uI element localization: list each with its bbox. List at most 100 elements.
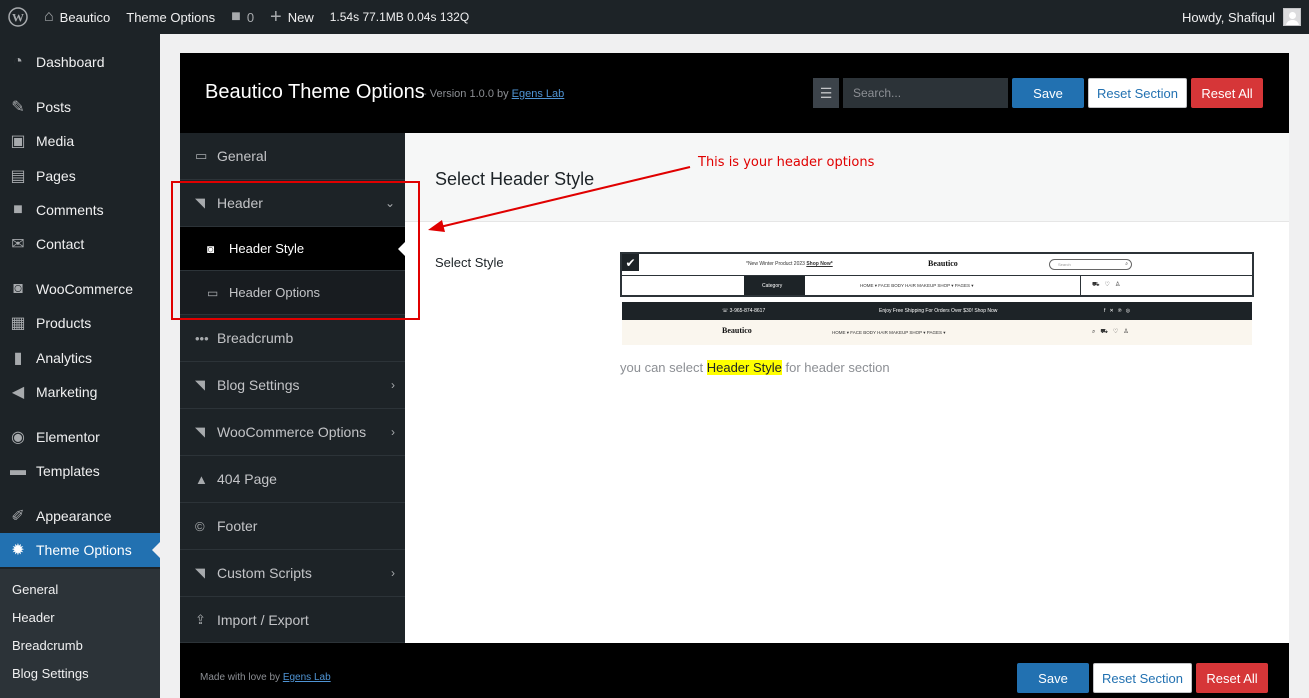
- list-icon: ☰: [819, 84, 833, 101]
- query-monitor-item[interactable]: 1.54s 77.1MB 0.04s 132Q: [322, 0, 477, 34]
- comment-icon: ■: [231, 8, 241, 25]
- chevron-right-icon: ›: [391, 425, 395, 439]
- footer-save-button[interactable]: Save: [1017, 663, 1089, 693]
- rss-icon: ◥: [195, 424, 205, 439]
- footer-reset-section-button[interactable]: Reset Section: [1093, 663, 1192, 693]
- options-nav-footer[interactable]: © Footer: [180, 503, 405, 550]
- search-input[interactable]: [843, 78, 1008, 108]
- admin-menu-label: Posts: [36, 99, 72, 115]
- admin-menu-woocommerce[interactable]: ◙ WooCommerce: [0, 272, 160, 306]
- admin-submenu-header[interactable]: Header: [0, 604, 160, 630]
- site-name-item[interactable]: ⌂ Beautico: [36, 0, 118, 34]
- field-description: you can select Header Style for header s…: [620, 360, 890, 375]
- preview1-promo: *New Winter Product 2023 Shop Now*: [746, 261, 833, 267]
- my-account-item[interactable]: Howdy, Shafiqul: [1174, 0, 1309, 34]
- options-nav-404-page[interactable]: ▲ 404 Page: [180, 456, 405, 503]
- elementor-icon: ◉: [11, 429, 25, 446]
- footer-reset-all-button[interactable]: Reset All: [1196, 663, 1268, 693]
- options-version: - Version 1.0.0 by Egens Lab: [423, 88, 564, 100]
- field-label: Select Style: [435, 255, 504, 270]
- options-nav-general[interactable]: ▭ General: [180, 133, 405, 180]
- footer-credit-text: Made with love by: [200, 672, 281, 683]
- svg-text:W: W: [12, 11, 24, 25]
- wordpress-icon: W: [8, 7, 28, 27]
- megaphone-icon: ◀: [11, 384, 25, 401]
- annotation-text: This is your header options: [698, 155, 875, 170]
- new-content-item[interactable]: + New: [262, 0, 322, 34]
- wordpress-logo-item[interactable]: W: [0, 0, 36, 34]
- admin-bar: W ⌂ Beautico Theme Options ■ 0 + New 1.5…: [0, 0, 1309, 34]
- preview2-icons: ⌕ ⛟ ♡ ♙: [1092, 329, 1129, 335]
- admin-menu-theme-options[interactable]: ✹ Theme Options: [0, 533, 160, 567]
- admin-menu-pages[interactable]: ▤ Pages: [0, 159, 160, 193]
- id-card-icon: ▭: [195, 148, 208, 163]
- admin-menu: ◔ Dashboard ✎ Posts ▣ Media ▤ Pages ■ Comments ✉ Co…: [0, 34, 160, 698]
- save-button[interactable]: Save: [1012, 78, 1084, 108]
- options-nav-custom-scripts[interactable]: ◥ Custom Scripts ›: [180, 550, 405, 597]
- chart-icon: ▮: [13, 350, 23, 367]
- comment-icon: ■: [13, 201, 23, 218]
- gear-icon: ✹: [11, 542, 25, 559]
- pin-icon: ✎: [11, 99, 25, 116]
- admin-menu-products[interactable]: ▦ Products: [0, 306, 160, 340]
- admin-menu-label: Marketing: [36, 384, 98, 400]
- expand-button[interactable]: ☰: [813, 78, 839, 108]
- admin-menu-label: Dashboard: [36, 54, 105, 70]
- preview1-divider: [622, 275, 1252, 276]
- admin-menu-appearance[interactable]: ✐ Appearance: [0, 499, 160, 533]
- comments-item[interactable]: ■ 0: [223, 0, 262, 34]
- chevron-right-icon: ›: [391, 378, 395, 392]
- author-link[interactable]: Egens Lab: [512, 88, 565, 100]
- admin-menu-contact[interactable]: ✉ Contact: [0, 227, 160, 261]
- footer-author-link[interactable]: Egens Lab: [283, 672, 331, 683]
- admin-submenu-blog-settings[interactable]: Blog Settings: [0, 660, 160, 686]
- admin-menu-comments[interactable]: ■ Comments: [0, 193, 160, 227]
- options-nav-blog-settings[interactable]: ◥ Blog Settings ›: [180, 362, 405, 409]
- perf-stats: 1.54s 77.1MB 0.04s 132Q: [329, 10, 470, 24]
- theme-options-item[interactable]: Theme Options: [118, 0, 223, 34]
- preview2-phone: ☏ 3-965-874-8617: [722, 308, 766, 314]
- admin-submenu-general[interactable]: General: [0, 576, 160, 602]
- desc-highlight: Header Style: [706, 360, 782, 375]
- preview1-promo-text: *New Winter Product 2023: [746, 261, 805, 267]
- archive-icon: ▦: [10, 315, 26, 332]
- reset-all-button[interactable]: Reset All: [1191, 78, 1263, 108]
- header-style-1-option[interactable]: ✔ *New Winter Product 2023 Shop Now* Bea…: [620, 252, 1254, 297]
- media-icon: ▣: [10, 133, 26, 150]
- options-title: Beautico Theme Options: [205, 81, 425, 103]
- admin-submenu-breadcrumb[interactable]: Breadcrumb: [0, 632, 160, 658]
- options-nav-woocommerce-options[interactable]: ◥ WooCommerce Options ›: [180, 409, 405, 456]
- reset-section-button[interactable]: Reset Section: [1088, 78, 1187, 108]
- admin-menu-label: Comments: [36, 202, 104, 218]
- preview1-category: Category: [744, 276, 805, 295]
- comments-count: 0: [246, 9, 255, 25]
- options-nav-breadcrumb[interactable]: ••• Breadcrumb: [180, 315, 405, 362]
- howdy-text: Howdy, Shafiqul: [1182, 9, 1275, 25]
- admin-menu-label: Appearance: [36, 508, 112, 524]
- admin-menu-marketing[interactable]: ◀ Marketing: [0, 375, 160, 409]
- options-nav-label: 404 Page: [217, 471, 277, 487]
- warning-icon: ▲: [195, 471, 208, 487]
- admin-menu-label: Templates: [36, 463, 100, 479]
- admin-menu-label: Media: [36, 133, 75, 149]
- admin-menu-analytics[interactable]: ▮ Analytics: [0, 341, 160, 375]
- header-style-2-option[interactable]: ☏ 3-965-874-8617 Enjoy Free Shipping For…: [622, 302, 1252, 345]
- options-footer: Made with love by Egens Lab Save Reset S…: [180, 643, 1289, 698]
- mail-icon: ✉: [11, 236, 25, 253]
- admin-menu-dashboard[interactable]: ◔ Dashboard: [0, 45, 160, 79]
- admin-menu-media[interactable]: ▣ Media: [0, 124, 160, 158]
- dashboard-icon: ◔: [13, 53, 23, 70]
- admin-menu-elementor[interactable]: ◉ Elementor: [0, 420, 160, 454]
- admin-menu-label: Products: [36, 315, 92, 331]
- admin-menu-posts[interactable]: ✎ Posts: [0, 90, 160, 124]
- options-nav-label: General: [217, 148, 267, 164]
- options-nav-label: WooCommerce Options: [217, 424, 367, 440]
- options-header: Beautico Theme Options - Version 1.0.0 b…: [180, 53, 1289, 133]
- options-nav-import-export[interactable]: ⇪ Import / Export: [180, 597, 405, 643]
- admin-menu-templates[interactable]: ▬ Templates: [0, 454, 160, 488]
- selected-check: ✔: [622, 254, 639, 271]
- admin-menu-label: WooCommerce: [36, 281, 133, 297]
- footer-credit: Made with love by Egens Lab: [200, 672, 331, 683]
- rss-icon: ◥: [195, 377, 205, 392]
- page-icon: ▤: [10, 168, 26, 185]
